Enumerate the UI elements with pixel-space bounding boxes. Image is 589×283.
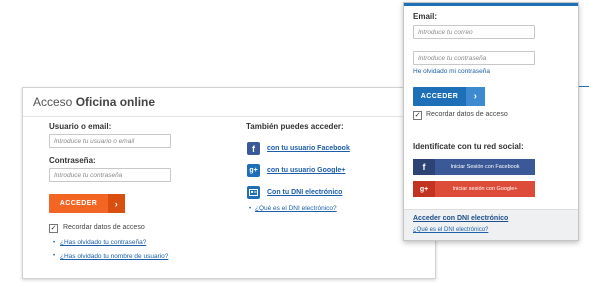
password-input[interactable]: Introduce tu contraseña [49,168,171,182]
dni-login-link[interactable]: Acceder con DNI electrónico [413,215,508,222]
dni-info-link[interactable]: ¿Qué es el DNI electrónico? [255,205,337,212]
panel-title: Acceso Oficina online [23,88,435,117]
password-input[interactable]: Introduce tu contraseña [413,51,535,65]
dni-info-link[interactable]: ¿Qué es el DNI electrónico? [413,227,488,233]
id-card-icon [247,186,260,199]
bullet: • [249,206,252,212]
remember-checkbox[interactable]: ✓ [49,224,58,233]
email-label: Email: [413,12,438,21]
arrow-right-icon: › [108,194,125,213]
background-divider [578,86,589,87]
facebook-icon: f [247,142,260,155]
login-submit-button[interactable]: ACCEDER › [413,87,485,106]
username-input[interactable]: Introduce tu usuario o email [49,134,171,148]
email-input[interactable]: Introduce tu correo [413,25,535,39]
remember-label: Recordar datos de acceso [63,224,145,231]
password-placeholder: Introduce tu contraseña [418,54,487,62]
email-placeholder: Introduce tu correo [418,28,473,36]
bullet: • [53,240,56,246]
google-login-link[interactable]: con tu usuario Google+ [267,167,345,174]
header-login-dropdown: Email: Introduce tu correo Introduce tu … [403,2,579,241]
check-icon: ✓ [414,112,421,119]
dni-login-link[interactable]: Con tu DNI electrónico [267,189,342,196]
google-plus-icon: g+ [247,164,260,177]
login-submit-label: ACCEDER [59,200,98,207]
username-label: Usuario o email: [49,122,112,131]
dropdown-top-bar [404,3,578,6]
password-placeholder: Introduce tu contraseña [54,171,123,179]
login-submit-label: ACCEDER [420,93,459,100]
alt-access-title: También puedes acceder: [246,122,344,131]
remember-checkbox[interactable]: ✓ [413,111,422,120]
oficina-online-login-panel: Acceso Oficina online Usuario o email: I… [22,87,436,279]
facebook-login-button-label: Iniciar Sesión con Facebook [450,164,520,170]
google-login-button[interactable]: g+ Iniciar sesión con Google+ [413,181,535,197]
panel-title-light: Acceso [33,95,73,109]
social-login-title: Identifícate con tu red social: [413,142,524,151]
remember-label: Recordar datos de acceso [426,111,508,118]
dropdown-footer: Acceder con DNI electrónico ¿Qué es el D… [404,209,578,240]
forgot-password-link[interactable]: ¿Has olvidado tu contraseña? [60,239,146,246]
bullet: • [53,253,56,259]
facebook-login-link[interactable]: con tu usuario Facebook [267,145,350,152]
panel-title-bold: Oficina online [75,95,156,109]
check-icon: ✓ [50,225,57,232]
login-submit-button[interactable]: ACCEDER › [49,194,125,213]
google-login-button-label: Iniciar sesión con Google+ [452,186,518,192]
forgot-password-link[interactable]: He olvidado mi contraseña [413,68,490,75]
username-placeholder: Introduce tu usuario o email [54,137,135,145]
password-label: Contraseña: [49,156,96,165]
google-plus-icon: g+ [413,181,435,197]
arrow-right-icon: › [466,87,485,106]
facebook-login-button[interactable]: f Iniciar Sesión con Facebook [413,159,535,175]
forgot-username-link[interactable]: ¿Has olvidado tu nombre de usuario? [60,252,170,261]
facebook-icon: f [413,159,435,175]
